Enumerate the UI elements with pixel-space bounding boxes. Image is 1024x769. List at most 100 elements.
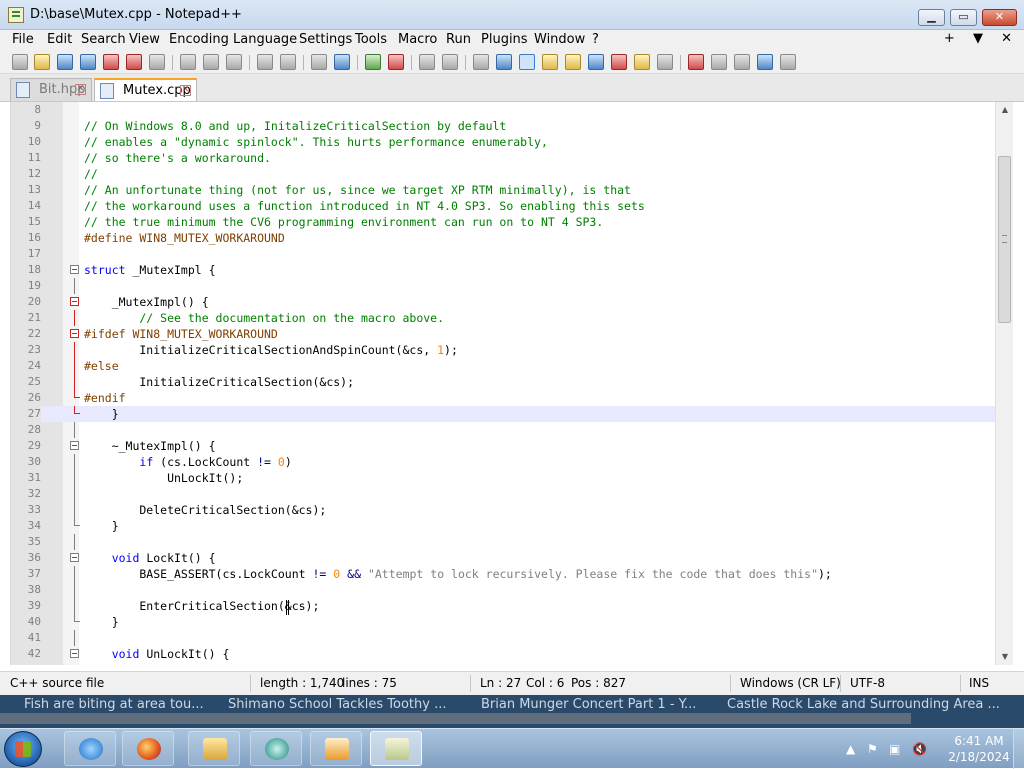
code-line[interactable]: 31 UnLockIt();	[11, 470, 997, 486]
code-line[interactable]: 37 BASE_ASSERT(cs.LockCount != 0 && "Att…	[11, 566, 997, 582]
code-line[interactable]: 25 InitializeCriticalSection(&cs);	[11, 374, 997, 390]
code-line[interactable]: 33 DeleteCriticalSection(&cs);	[11, 502, 997, 518]
document-map-icon[interactable]	[565, 54, 581, 70]
fold-toggle-icon[interactable]	[70, 441, 79, 450]
indent-guide-icon[interactable]	[519, 54, 535, 70]
taskbar-media-player[interactable]	[310, 731, 362, 766]
taskbar-notepadplusplus[interactable]	[370, 731, 422, 766]
record-macro-icon[interactable]	[688, 54, 704, 70]
ticker-item[interactable]: Castle Rock Lake and Surrounding Area ..…	[727, 697, 1000, 712]
status-eol[interactable]: Windows (CR LF)	[740, 676, 841, 690]
code-line[interactable]: 42 void UnLockIt() {	[11, 646, 997, 662]
user-defined-language-icon[interactable]	[542, 54, 558, 70]
word-wrap-icon[interactable]	[473, 54, 489, 70]
menu-edit[interactable]: Edit	[47, 32, 72, 47]
monitoring-eye-icon[interactable]	[657, 54, 673, 70]
tab-bit-hpp[interactable]: Bit.hpp ✕	[10, 78, 92, 101]
code-line[interactable]: 9 // On Windows 8.0 and up, InitalizeCrit…	[11, 118, 997, 134]
close-tab-icon[interactable]: ✕	[180, 85, 191, 96]
clock-time[interactable]: 6:41 AM	[949, 734, 1009, 748]
copy-icon[interactable]	[203, 54, 219, 70]
menu-settings[interactable]: Settings	[299, 32, 352, 47]
code-line[interactable]: 29 ~_MutexImpl() {	[11, 438, 997, 454]
ticker-scrollbar[interactable]	[0, 713, 911, 724]
code-line[interactable]: 13 // An unfortunate thing (not for us, s…	[11, 182, 997, 198]
replace-icon[interactable]	[334, 54, 350, 70]
code-line[interactable]: 32	[11, 486, 997, 502]
menu-help[interactable]: ?	[592, 32, 599, 47]
menu-language[interactable]: Language	[233, 32, 297, 47]
close-all-icon[interactable]	[126, 54, 142, 70]
status-insert-mode[interactable]: INS	[969, 676, 989, 690]
find-icon[interactable]	[311, 54, 327, 70]
status-encoding[interactable]: UTF-8	[850, 676, 885, 690]
new-tab-button[interactable]: +	[944, 31, 955, 46]
fold-toggle-icon[interactable]	[70, 553, 79, 562]
code-area[interactable]: 8 9 // On Windows 8.0 and up, InitalizeCri…	[11, 102, 997, 665]
close-document-button[interactable]: ✕	[1001, 31, 1012, 46]
code-editor[interactable]: 8 9 // On Windows 8.0 and up, InitalizeCri…	[10, 102, 1014, 665]
code-line[interactable]: 38	[11, 582, 997, 598]
folder-as-workspace-icon[interactable]	[611, 54, 627, 70]
ticker-item[interactable]: Brian Munger Concert Part 1 - Y...	[481, 697, 696, 712]
taskbar-firefox[interactable]	[122, 731, 174, 766]
code-line[interactable]: 15 // the true minimum the CV6 programmin…	[11, 214, 997, 230]
fold-toggle-icon[interactable]	[70, 265, 79, 274]
code-line[interactable]: 24 #else	[11, 358, 997, 374]
volume-muted-icon[interactable]: 🔇	[912, 742, 927, 756]
zoom-in-icon[interactable]	[365, 54, 381, 70]
title-bar[interactable]: D:\base\Mutex.cpp - Notepad++ ▁ ▭ ✕	[0, 0, 1024, 30]
taskbar-media-app[interactable]	[250, 731, 302, 766]
code-line[interactable]: 11 // so there's a workaround.	[11, 150, 997, 166]
fold-toggle-icon[interactable]	[70, 649, 79, 658]
code-line[interactable]: 20 _MutexImpl() {	[11, 294, 997, 310]
code-line[interactable]: 26 #endif	[11, 390, 997, 406]
menu-encoding[interactable]: Encoding	[169, 32, 229, 47]
cut-icon[interactable]	[180, 54, 196, 70]
menu-search[interactable]: Search	[81, 32, 126, 47]
code-line[interactable]: 34 }	[11, 518, 997, 534]
code-line[interactable]: 8	[11, 102, 997, 118]
code-line[interactable]: 16 #define WIN8_MUTEX_WORKAROUND	[11, 230, 997, 246]
menu-run[interactable]: Run	[446, 32, 471, 47]
save-icon[interactable]	[57, 54, 73, 70]
run-macro-multiple-icon[interactable]	[757, 54, 773, 70]
ticker-item[interactable]: Fish are biting at area tou...	[24, 697, 204, 712]
playback-macro-icon[interactable]	[734, 54, 750, 70]
code-line[interactable]: 28	[11, 422, 997, 438]
taskbar-internet-explorer[interactable]	[64, 731, 116, 766]
code-line[interactable]: 22 #ifdef WIN8_MUTEX_WORKAROUND	[11, 326, 997, 342]
close-button[interactable]: ✕	[982, 9, 1017, 26]
show-hidden-icons-icon[interactable]: ▲	[846, 742, 855, 756]
code-line[interactable]: 27 }	[11, 406, 997, 422]
code-line[interactable]: 21 // See the documentation on the macro…	[11, 310, 997, 326]
code-line[interactable]: 39 EnterCriticalSection(&cs);	[11, 598, 997, 614]
tab-list-dropdown[interactable]: ▼	[973, 31, 983, 46]
ticker-item[interactable]: Shimano School Tackles Toothy ...	[228, 697, 447, 712]
redo-icon[interactable]	[280, 54, 296, 70]
open-file-icon[interactable]	[34, 54, 50, 70]
new-file-icon[interactable]	[12, 54, 28, 70]
scroll-up-arrow-icon[interactable]: ▲	[996, 102, 1014, 118]
code-line[interactable]: 19	[11, 278, 997, 294]
menu-view[interactable]: View	[129, 32, 160, 47]
code-line[interactable]: 10 // enables a "dynamic spinlock". This …	[11, 134, 997, 150]
fold-toggle-icon[interactable]	[70, 297, 79, 306]
clock-date[interactable]: 2/18/2024	[943, 750, 1015, 764]
save-all-icon[interactable]	[80, 54, 96, 70]
paste-icon[interactable]	[226, 54, 242, 70]
scroll-down-arrow-icon[interactable]: ▼	[996, 649, 1014, 665]
show-desktop-button[interactable]	[1013, 729, 1024, 769]
close-tab-icon[interactable]: ✕	[75, 84, 86, 95]
undo-icon[interactable]	[257, 54, 273, 70]
code-line[interactable]: 23 InitializeCriticalSectionAndSpinCount…	[11, 342, 997, 358]
code-line[interactable]: 12 //	[11, 166, 997, 182]
folder-icon[interactable]	[634, 54, 650, 70]
vertical-scrollbar[interactable]: ▲ ▼	[995, 102, 1013, 665]
menu-tools[interactable]: Tools	[355, 32, 387, 47]
code-line[interactable]: 18 struct _MutexImpl {	[11, 262, 997, 278]
minimize-button[interactable]: ▁	[918, 9, 945, 26]
action-center-flag-icon[interactable]: ⚑	[867, 742, 878, 756]
zoom-out-icon[interactable]	[388, 54, 404, 70]
code-line[interactable]: 30 if (cs.LockCount != 0)	[11, 454, 997, 470]
